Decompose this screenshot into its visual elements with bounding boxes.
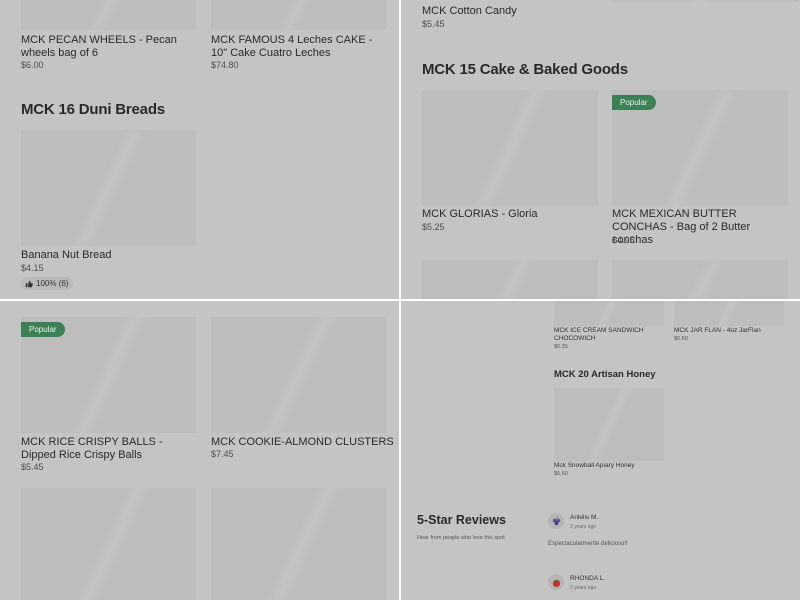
avatar <box>548 574 564 590</box>
review-time: 2 years ago <box>570 585 597 591</box>
product-image[interactable] <box>554 301 664 326</box>
review-text: Espectacularmente delicioso!! <box>548 541 628 547</box>
product-name[interactable]: Banana Nut Bread <box>21 249 112 262</box>
rating-badge: 100% (6) <box>21 277 74 290</box>
product-image[interactable] <box>612 260 788 299</box>
product-image[interactable] <box>612 0 798 2</box>
product-price: $5.45 <box>422 19 445 29</box>
product-image[interactable] <box>21 130 196 246</box>
product-price: $5.25 <box>422 222 445 232</box>
product-image[interactable] <box>211 0 386 30</box>
section-title: MCK 16 Duni Breads <box>21 101 165 118</box>
popular-badge: Popular <box>612 95 656 110</box>
product-price: $4.15 <box>21 263 44 273</box>
product-price: $5.45 <box>21 462 44 472</box>
product-price: $6.00 <box>21 60 44 70</box>
product-image[interactable] <box>554 388 664 461</box>
reviewer-name: RHONDA L. <box>570 575 606 582</box>
section-title: MCK 20 Artisan Honey <box>554 369 656 380</box>
product-name[interactable]: MCK GLORIAS - Gloria <box>422 208 538 221</box>
review-time: 2 years ago <box>570 524 597 530</box>
product-name[interactable]: MCK FAMOUS 4 Leches CAKE - 10" Cake Cuat… <box>211 34 386 60</box>
product-image[interactable] <box>422 90 598 206</box>
product-image[interactable] <box>21 0 196 30</box>
panel-bottom-right: MCK ICE CREAM SANDWICH CHOCOWICH $6.35 M… <box>401 301 800 600</box>
product-image[interactable] <box>211 488 386 600</box>
thumbs-up-icon <box>25 280 33 287</box>
product-name[interactable]: MCK COOKIE-ALMOND CLUSTERS <box>211 436 394 449</box>
avatar <box>548 513 564 529</box>
reviews-subtitle: Hear from people who love this spot <box>417 535 505 541</box>
product-name[interactable]: MCK MEXICAN BUTTER CONCHAS - Bag of 2 Bu… <box>612 208 792 247</box>
popular-badge: Popular <box>21 322 65 337</box>
product-name[interactable]: Mck Snowball Apiary Honey <box>554 462 635 470</box>
reviewer-name: Anlelis M. <box>570 514 599 521</box>
product-price: $4.95 <box>612 235 635 245</box>
tomato-icon <box>552 579 560 587</box>
panel-top-left: MCK PECAN WHEELS - Pecan wheels bag of 6… <box>0 0 399 299</box>
rating-text: 100% (6) <box>36 279 69 288</box>
grapes-icon <box>552 516 560 525</box>
product-name[interactable]: MCK RICE CRISPY BALLS - Dipped Rice Cris… <box>21 436 196 462</box>
reviews-title: 5-Star Reviews <box>417 513 506 527</box>
panel-bottom-left: Popular MCK RICE CRISPY BALLS - Dipped R… <box>0 301 399 600</box>
product-price: $7.45 <box>211 449 234 459</box>
product-image[interactable] <box>21 488 196 600</box>
product-price: $74.80 <box>211 60 239 70</box>
product-price: $6.35 <box>554 344 568 350</box>
product-name[interactable]: MCK Cotton Candy <box>422 5 517 18</box>
product-name[interactable]: MCK PECAN WHEELS - Pecan wheels bag of 6 <box>21 34 201 60</box>
product-image[interactable] <box>674 301 784 326</box>
section-title: MCK 15 Cake & Baked Goods <box>422 61 628 78</box>
product-price: $6.60 <box>674 336 688 342</box>
product-name[interactable]: MCK ICE CREAM SANDWICH CHOCOWICH <box>554 327 659 343</box>
product-image[interactable] <box>422 260 598 299</box>
product-image[interactable] <box>211 317 386 433</box>
product-name[interactable]: MCK JAR FLAN - 4oz JarFlan <box>674 327 761 335</box>
panel-top-right: MCK Cotton Candy $5.45 MCK 15 Cake & Bak… <box>401 0 800 299</box>
product-price: $6.60 <box>554 471 568 477</box>
